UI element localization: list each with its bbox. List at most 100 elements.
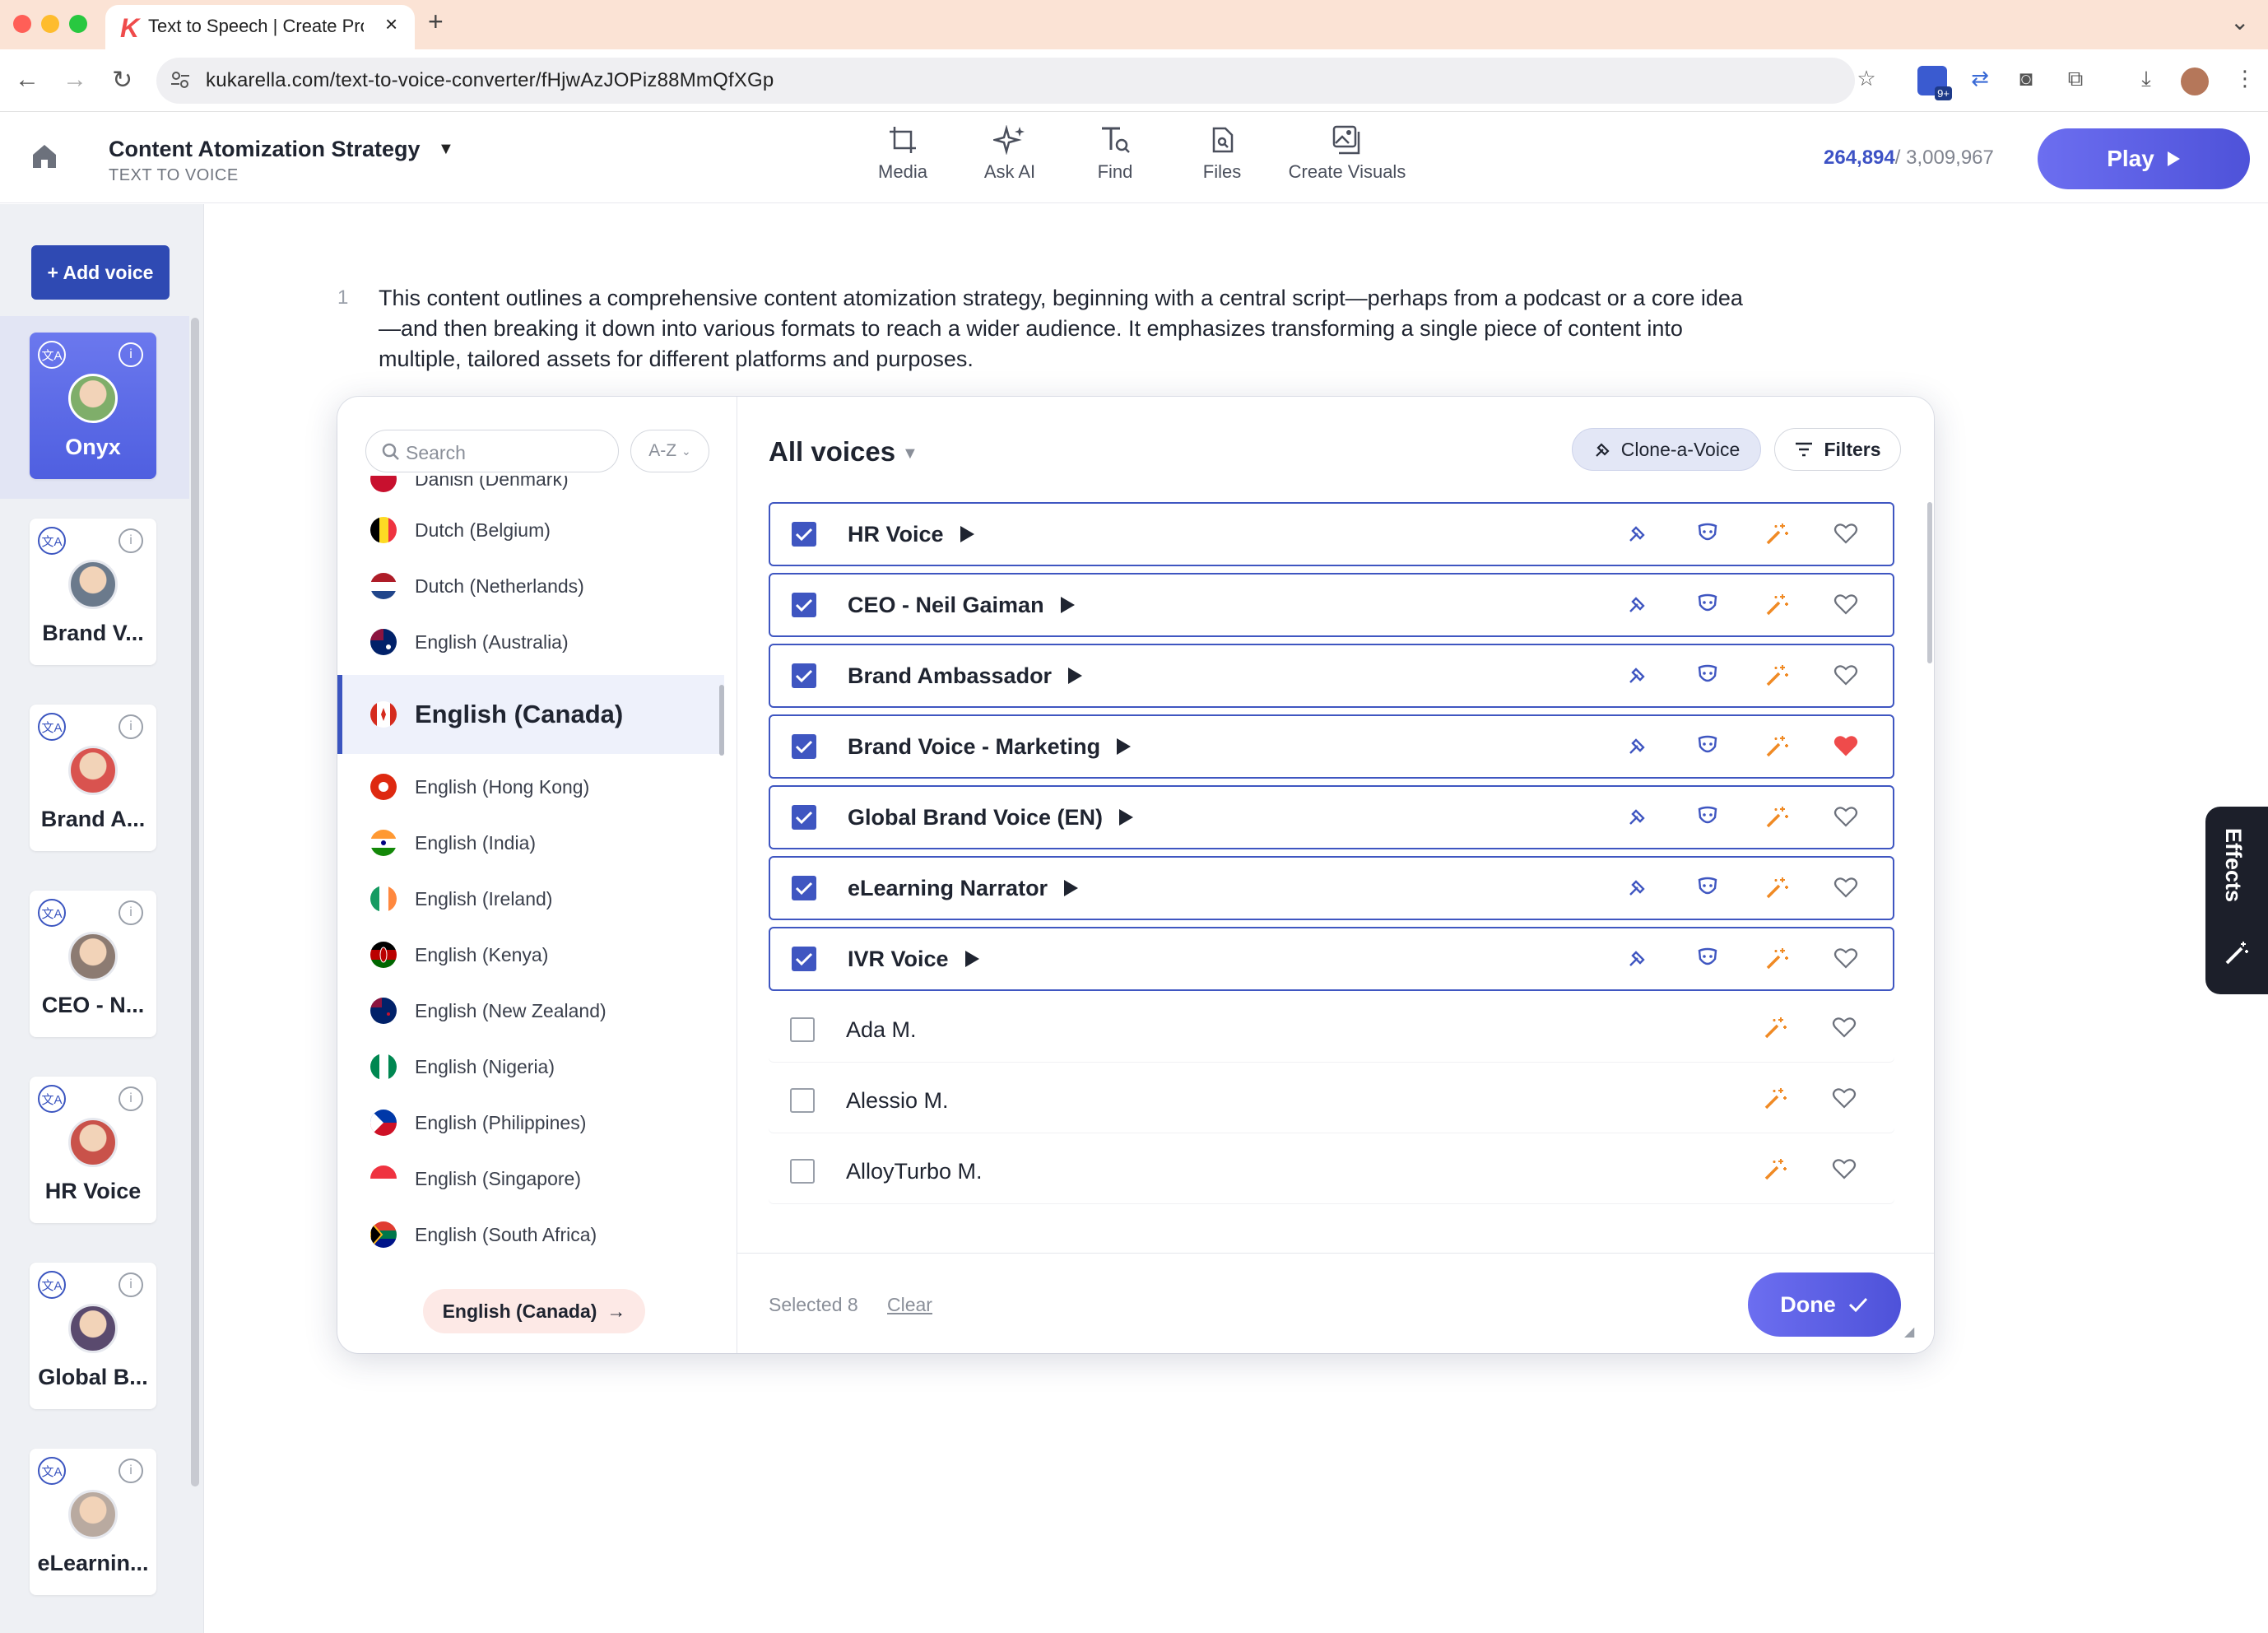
reload-icon[interactable]: ↻ [112,66,132,95]
voice-checkbox[interactable] [792,805,816,830]
voice-row[interactable]: Brand Ambassador [769,644,1894,708]
voice-row[interactable]: IVR Voice [769,927,1894,991]
new-tab-button[interactable]: + [428,7,444,37]
magic-wand-icon[interactable] [1763,1016,1787,1040]
project-dropdown-caret-icon[interactable]: ▼ [438,140,454,159]
play-preview-icon[interactable] [1118,808,1134,826]
clone-voice-icon[interactable] [1626,734,1649,757]
tool-create-visuals[interactable]: Create Visuals [1285,125,1409,183]
window-close-button[interactable] [13,15,31,33]
voices-heading[interactable]: All voices [769,436,895,468]
voice-row[interactable]: Global Brand Voice (EN) [769,785,1894,849]
magic-wand-icon[interactable] [1764,734,1789,759]
selected-language-chip[interactable]: English (Canada) → [423,1289,645,1333]
window-maximize-button[interactable] [69,15,87,33]
heart-icon[interactable] [1833,805,1858,828]
language-item[interactable]: English (South Africa) [337,1207,724,1263]
tool-find[interactable]: Find [1053,125,1177,183]
info-icon[interactable]: i [119,1272,143,1297]
play-preview-icon[interactable] [959,525,975,543]
language-item[interactable]: English (Philippines) [337,1095,724,1151]
language-item[interactable]: English (Hong Kong) [337,759,724,815]
play-preview-icon[interactable] [1062,879,1079,897]
info-icon[interactable]: i [119,1459,143,1483]
clear-selection-link[interactable]: Clear [887,1294,932,1316]
effects-side-tab[interactable]: Effects [2205,807,2268,994]
language-item[interactable]: English (New Zealand) [337,983,724,1039]
language-item[interactable]: English (Nigeria) [337,1039,724,1095]
magic-wand-icon[interactable] [1764,522,1789,547]
voice-row[interactable]: AlloyTurbo M. [769,1139,1894,1203]
sidebar-scrollbar[interactable] [191,318,199,1486]
voice-checkbox[interactable] [790,1159,815,1184]
magic-wand-icon[interactable] [1764,876,1789,900]
browser-tab[interactable]: K Text to Speech | Create Profe × [105,5,415,49]
magic-wand-icon[interactable] [1764,593,1789,617]
voice-checkbox[interactable] [792,593,816,617]
voice-card[interactable]: 文A i eLearnin... [30,1449,156,1595]
heart-icon[interactable] [1832,1016,1857,1039]
language-item-partial[interactable]: Danish (Denmark) [370,476,716,494]
heart-icon[interactable] [1832,1086,1857,1110]
tab-list-chevron-icon[interactable]: ⌄ [2230,8,2249,35]
clone-voice-icon[interactable] [1626,947,1649,970]
voice-checkbox[interactable] [792,734,816,759]
download-icon[interactable]: ⤓ [2131,66,2161,95]
home-icon[interactable] [30,142,59,170]
voice-checkbox[interactable] [790,1088,815,1113]
magic-wand-icon[interactable] [1764,947,1789,971]
extensions-puzzle-icon[interactable]: ⧉ [2061,66,2090,95]
voice-checkbox[interactable] [792,522,816,547]
heart-icon[interactable] [1833,876,1858,899]
language-item[interactable]: English (Kenya) [337,927,724,983]
language-item[interactable]: Dutch (Belgium) [337,502,724,558]
tool-media[interactable]: Media [841,125,964,183]
clone-a-voice-button[interactable]: Clone-a-Voice [1572,428,1761,471]
language-item[interactable]: English (Australia) [337,614,724,670]
camera-icon[interactable]: ◙ [2011,66,2041,95]
heart-icon[interactable] [1833,593,1858,616]
language-item[interactable]: English (Ireland) [337,871,724,927]
voice-row[interactable]: eLearning Narrator [769,856,1894,920]
clone-voice-icon[interactable] [1626,805,1649,828]
heart-icon[interactable] [1833,663,1858,686]
window-minimize-button[interactable] [41,15,59,33]
info-icon[interactable]: i [119,1086,143,1111]
translate-voice-icon[interactable]: 文A [38,899,66,927]
heart-icon[interactable] [1832,1157,1857,1180]
voice-checkbox[interactable] [792,876,816,900]
heart-filled-icon[interactable] [1833,734,1858,757]
translate-icon[interactable]: ⇄ [1965,66,1995,95]
voice-checkbox[interactable] [792,947,816,971]
voice-mask-icon[interactable] [1695,734,1720,757]
voice-card[interactable]: 文A i Onyx [30,333,156,479]
play-button[interactable]: Play [2038,128,2250,189]
magic-wand-icon[interactable] [1763,1157,1787,1182]
heart-icon[interactable] [1833,522,1858,545]
bookmark-star-icon[interactable]: ☆ [1852,66,1881,95]
play-preview-icon[interactable] [1067,667,1083,685]
clone-voice-icon[interactable] [1626,593,1649,616]
magic-wand-icon[interactable] [1763,1086,1787,1111]
voice-checkbox[interactable] [790,1017,815,1042]
language-search-input[interactable]: Search [365,430,619,472]
language-item[interactable]: Dutch (Netherlands) [337,558,724,614]
voice-mask-icon[interactable] [1695,522,1720,545]
resize-handle-icon[interactable]: ◢ [1904,1324,1914,1340]
magic-wand-icon[interactable] [1764,663,1789,688]
sort-dropdown[interactable]: A-Z ⌄ [630,430,709,472]
translate-voice-icon[interactable]: 文A [38,341,66,369]
voice-card[interactable]: 文A i Global B... [30,1263,156,1409]
info-icon[interactable]: i [119,342,143,367]
profile-avatar[interactable] [2181,67,2209,95]
voice-mask-icon[interactable] [1695,947,1720,970]
voice-row[interactable]: Andrew M. [769,1210,1894,1223]
voice-mask-icon[interactable] [1695,805,1720,828]
voice-card[interactable]: 文A i Brand V... [30,519,156,665]
filters-button[interactable]: Filters [1774,428,1901,471]
play-preview-icon[interactable] [1115,737,1132,756]
done-button[interactable]: Done [1748,1272,1901,1337]
magic-wand-icon[interactable] [1764,805,1789,830]
play-preview-icon[interactable] [964,950,980,968]
clone-voice-icon[interactable] [1626,522,1649,545]
